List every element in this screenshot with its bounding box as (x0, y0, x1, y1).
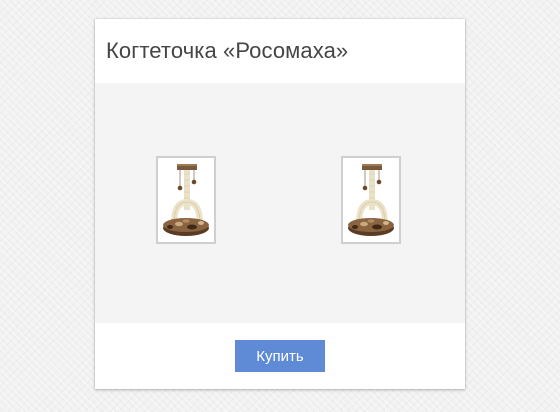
card-header: Когтеточка «Росомаха» (95, 19, 465, 83)
buy-button[interactable]: Купить (235, 340, 325, 372)
product-title: Когтеточка «Росомаха» (106, 38, 349, 63)
product-image-thumbnail[interactable] (341, 156, 401, 244)
cat-scratching-post-image (348, 164, 394, 236)
product-card: Когтеточка «Росомаха» Купить (95, 19, 465, 389)
card-footer: Купить (95, 323, 465, 389)
product-gallery (95, 83, 465, 323)
product-image-thumbnail[interactable] (156, 156, 216, 244)
cat-scratching-post-image (163, 164, 209, 236)
